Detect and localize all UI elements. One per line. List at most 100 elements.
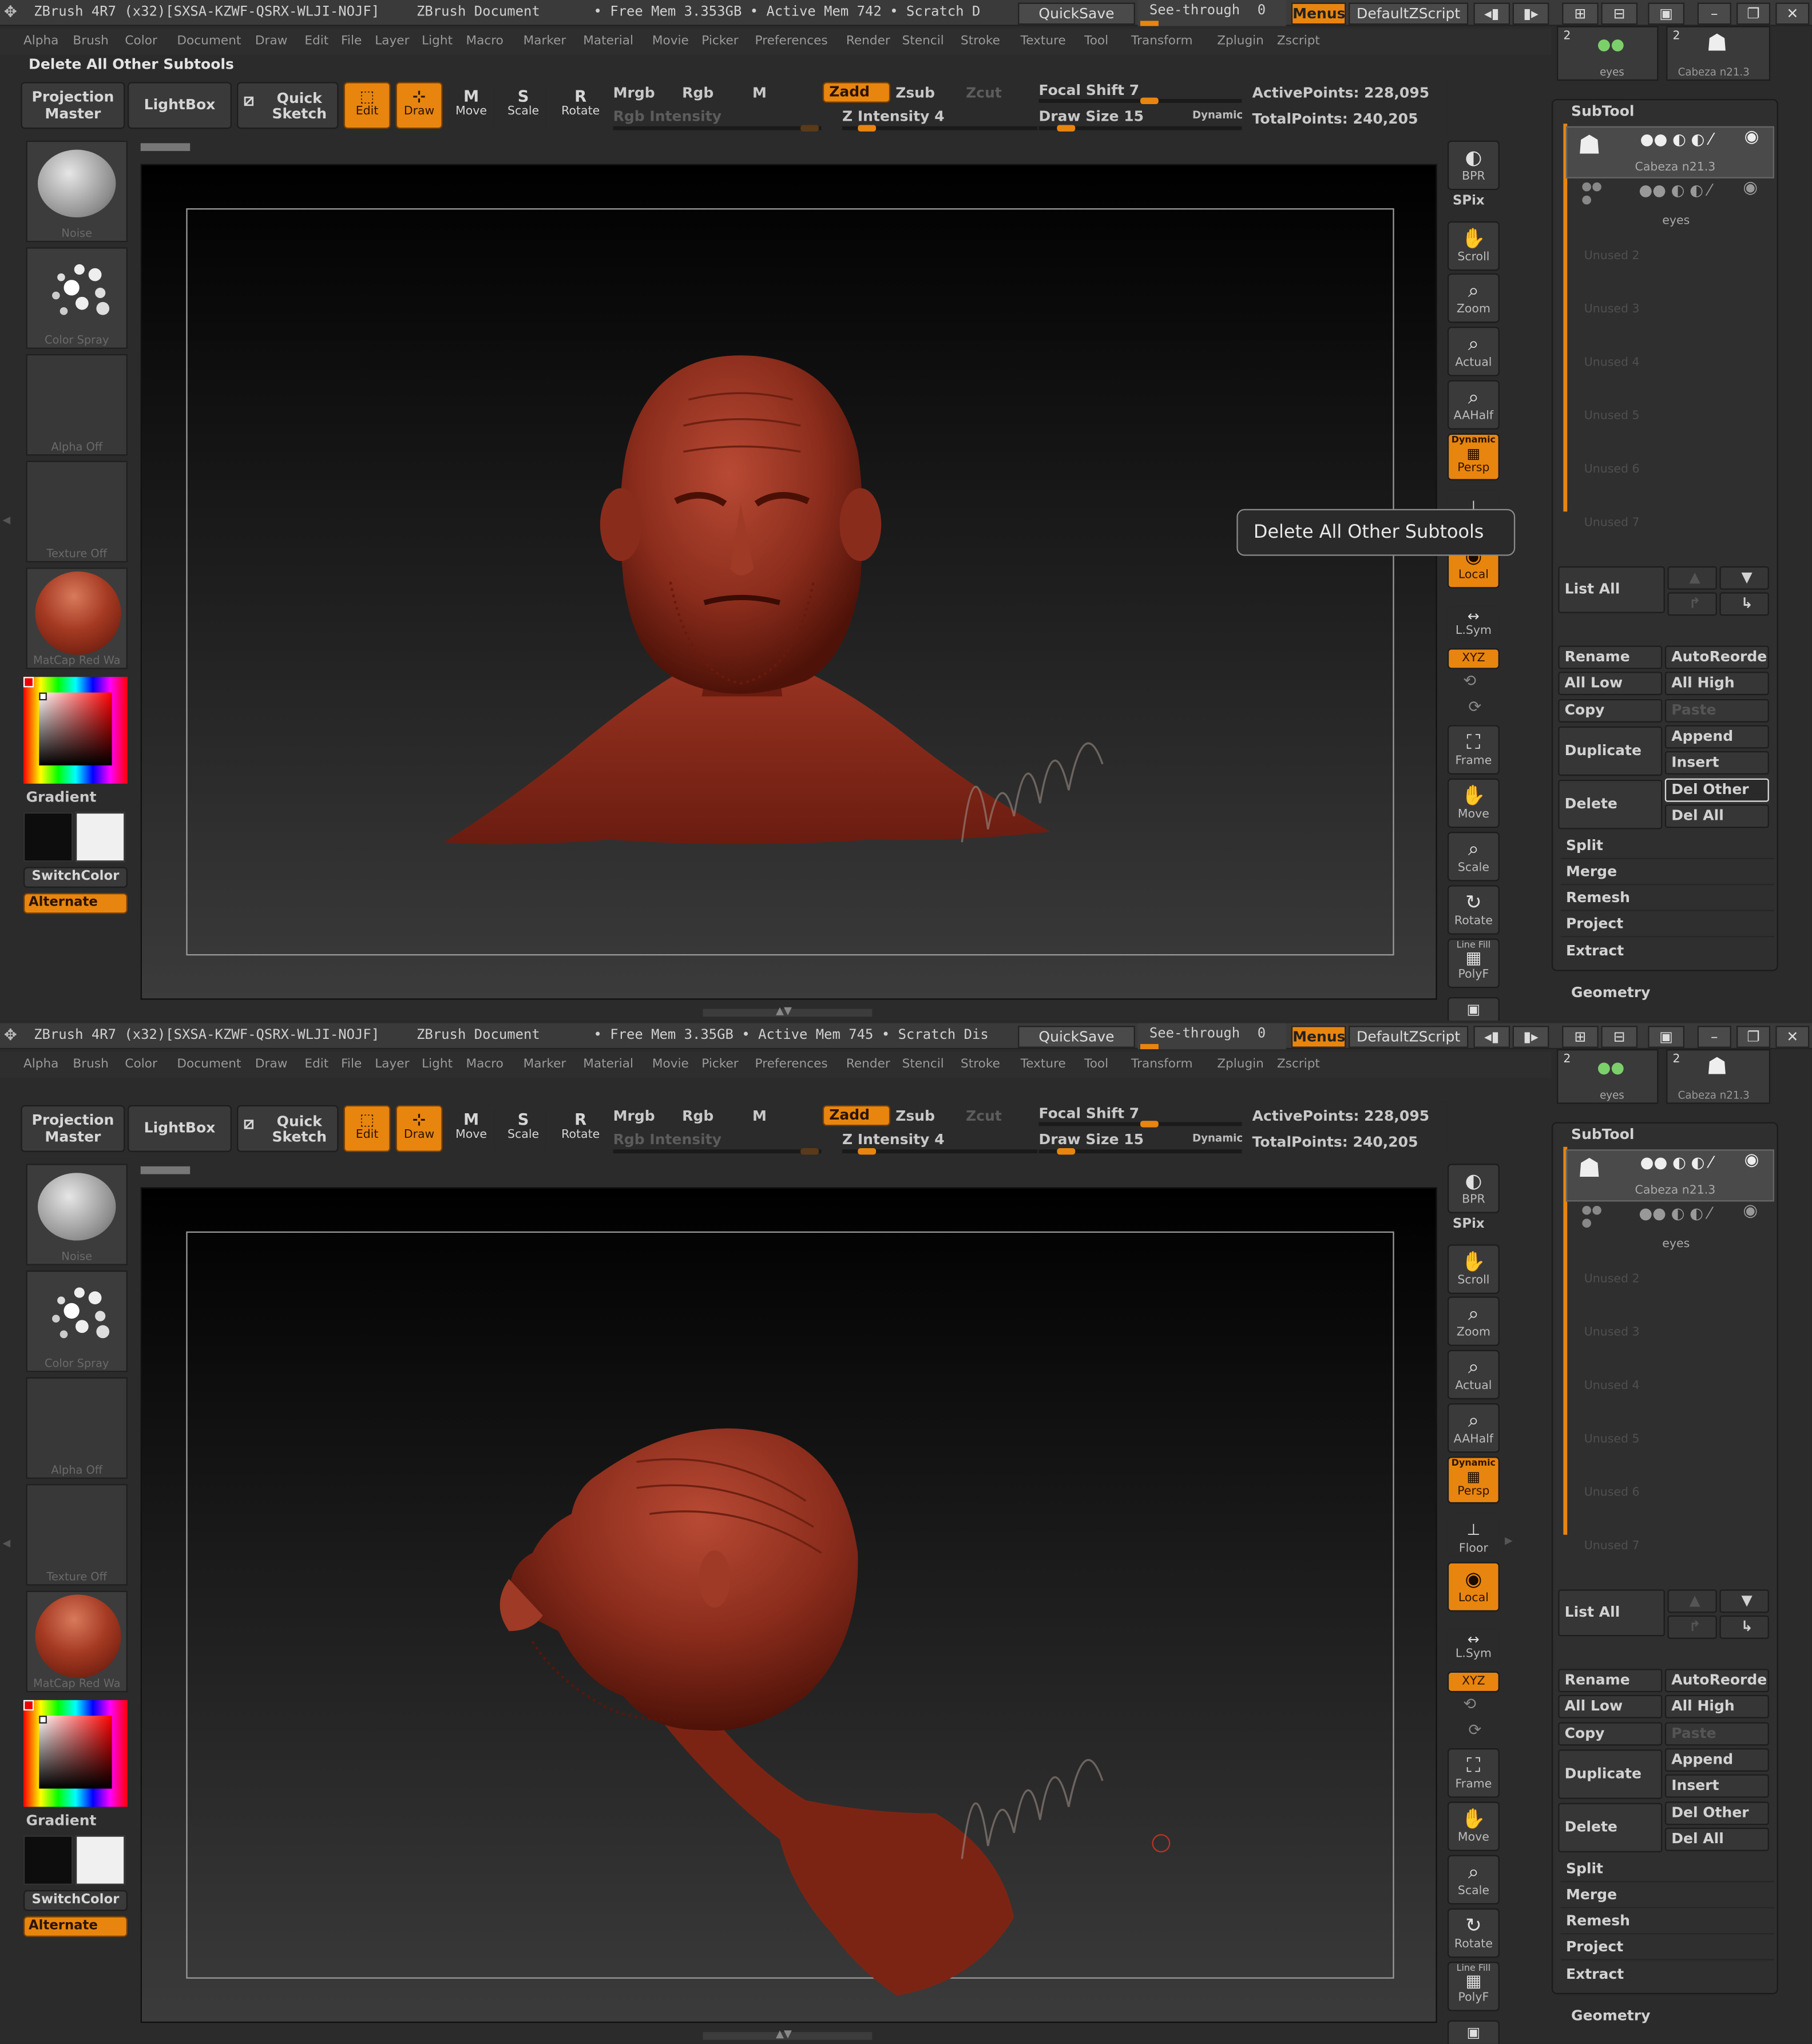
list-all-button[interactable]: List All xyxy=(1558,566,1665,613)
primary-color-swatch[interactable] xyxy=(23,1700,34,1711)
append-button[interactable]: Append xyxy=(1664,1748,1769,1772)
texture-thumbnail[interactable]: Texture Off xyxy=(26,461,128,563)
zadd-button[interactable]: Zadd xyxy=(822,1105,891,1126)
rgb-intensity-slider[interactable] xyxy=(613,125,822,132)
color-cursor[interactable] xyxy=(39,1716,47,1724)
arrow-down-icon[interactable]: ▼ xyxy=(1719,1589,1769,1613)
subtool-unused-3[interactable]: Unused 3 xyxy=(1584,1327,1640,1340)
texture-thumbnail[interactable]: Texture Off xyxy=(26,1484,128,1586)
project-button[interactable]: Project xyxy=(1560,912,1774,938)
menu-brush[interactable]: Brush xyxy=(73,34,108,48)
secondary-color-swatch[interactable] xyxy=(75,812,125,862)
rgb-button[interactable]: Rgb xyxy=(682,85,713,102)
geometry-subpalette[interactable]: Geometry xyxy=(1571,2007,1650,2025)
scroll-right-icon[interactable]: ▮▸ xyxy=(1512,1026,1549,1048)
menus-button[interactable]: Menus xyxy=(1291,1026,1346,1048)
rotate-button[interactable]: R Rotate xyxy=(554,82,607,129)
menu-material[interactable]: Material xyxy=(583,1057,633,1071)
brush-thumbnail[interactable]: Noise xyxy=(26,140,128,243)
rotate-z-icon[interactable]: ⟳ xyxy=(1468,1721,1481,1739)
all-high-button[interactable]: All High xyxy=(1664,1694,1769,1718)
dynamic-toggle[interactable]: Dynamic xyxy=(1192,109,1243,121)
rename-button[interactable]: Rename xyxy=(1558,1669,1663,1693)
menu-zscript[interactable]: Zscript xyxy=(1277,34,1320,48)
color-picker-square[interactable] xyxy=(39,1716,112,1789)
rotate-z-icon[interactable]: ⟳ xyxy=(1468,698,1481,716)
gradient-label[interactable]: Gradient xyxy=(26,1812,97,1829)
scale-view-button[interactable]: ⌕ Scale xyxy=(1447,832,1500,882)
geometry-subpalette[interactable]: Geometry xyxy=(1571,984,1650,1001)
del-other-button[interactable]: Del Other xyxy=(1664,1801,1769,1825)
move-button[interactable]: M Move xyxy=(447,1105,495,1152)
list-all-button[interactable]: List All xyxy=(1558,1589,1665,1637)
focal-shift-label[interactable]: Focal Shift 7 xyxy=(1039,82,1140,99)
rotate-y-icon[interactable]: ⟲ xyxy=(1463,672,1476,690)
remesh-button[interactable]: Remesh xyxy=(1560,1910,1774,1935)
stroke-thumbnail[interactable]: Color Spray xyxy=(26,247,128,349)
subtool-unused-5[interactable]: Unused 5 xyxy=(1584,1433,1640,1446)
visibility-dots-icon[interactable]: ●● ◐ ◐ ⁄ xyxy=(1639,1204,1711,1223)
menu-render[interactable]: Render xyxy=(846,34,890,48)
move-up-right-icon[interactable]: ↱ xyxy=(1667,1615,1717,1639)
menu-preferences[interactable]: Preferences xyxy=(755,34,828,48)
eye-icon[interactable]: ◉ xyxy=(1744,1151,1759,1170)
lightbox-button[interactable]: LightBox xyxy=(127,1105,232,1152)
menu-marker[interactable]: Marker xyxy=(524,34,566,48)
menu-movie[interactable]: Movie xyxy=(652,34,689,48)
zcut-button[interactable]: Zcut xyxy=(966,85,1002,102)
subtool-unused-4[interactable]: Unused 4 xyxy=(1584,356,1640,370)
color-picker[interactable] xyxy=(23,677,128,784)
move-up-icon[interactable]: ▲ xyxy=(1667,1589,1717,1613)
menu-color[interactable]: Color xyxy=(125,1057,157,1071)
z-intensity-slider[interactable] xyxy=(842,125,1038,132)
subtool-unused-4[interactable]: Unused 4 xyxy=(1584,1380,1640,1393)
menu-light[interactable]: Light xyxy=(422,34,453,48)
zcut-button[interactable]: Zcut xyxy=(966,1108,1002,1125)
merge-button[interactable]: Merge xyxy=(1560,1884,1774,1908)
subtool-unused-6[interactable]: Unused 6 xyxy=(1584,463,1640,477)
lock-icon[interactable]: ▣ xyxy=(1648,1026,1684,1048)
menu-layer[interactable]: Layer xyxy=(375,34,409,48)
color-picker-square[interactable] xyxy=(39,692,112,765)
lock-icon[interactable]: ▣ xyxy=(1648,2,1684,25)
bpr-button[interactable]: ◐ BPR xyxy=(1447,140,1500,190)
rotate-y-icon[interactable]: ⟲ xyxy=(1463,1695,1476,1713)
menu-edit[interactable]: Edit xyxy=(304,34,328,48)
subtool-item-cabeza[interactable]: ☗ ●● ◐ ◐ ⁄ ◉ Cabeza n21.3 xyxy=(1565,126,1774,178)
switchcolor-button[interactable]: SwitchColor xyxy=(23,867,128,888)
color-picker[interactable] xyxy=(23,1700,128,1807)
remesh-button[interactable]: Remesh xyxy=(1560,887,1774,911)
draw-button[interactable]: ⊹ Draw xyxy=(395,1105,443,1152)
scroll-left-icon[interactable]: ◂▮ xyxy=(1473,1026,1510,1048)
z-intensity-label[interactable]: Z Intensity 4 xyxy=(842,108,945,125)
copy-button[interactable]: Copy xyxy=(1558,698,1663,723)
floor-button[interactable]: ⊥ Floor xyxy=(1447,1513,1500,1557)
menu-macro[interactable]: Macro xyxy=(466,1057,503,1071)
aahalf-button[interactable]: ⌕ AAHalf xyxy=(1447,380,1500,430)
menus-button[interactable]: Menus xyxy=(1291,2,1346,25)
xyz-button[interactable]: XYZ xyxy=(1447,1671,1500,1693)
see-through-slider[interactable]: See-through 0 xyxy=(1137,0,1286,26)
edit-button[interactable]: ⬚ Edit xyxy=(343,1105,391,1152)
scroll-right-icon[interactable]: ▮▸ xyxy=(1512,2,1549,25)
eye-icon[interactable]: ◉ xyxy=(1743,178,1758,198)
menu-picker[interactable]: Picker xyxy=(701,1057,738,1071)
append-button[interactable]: Append xyxy=(1664,725,1769,749)
alpha-thumbnail[interactable]: Alpha Off xyxy=(26,354,128,456)
menu-tool[interactable]: Tool xyxy=(1084,34,1108,48)
projection-master-button[interactable]: Projection Master xyxy=(21,82,125,129)
lsym-button[interactable]: ↔ L.Sym xyxy=(1447,605,1500,642)
m-button[interactable]: M xyxy=(752,1108,767,1125)
draw-size-slider[interactable] xyxy=(1038,1148,1242,1155)
actual-button[interactable]: ⌕ Actual xyxy=(1447,1350,1500,1400)
del-all-button[interactable]: Del All xyxy=(1664,804,1769,828)
see-through-knob[interactable] xyxy=(1140,1043,1159,1050)
eyes-thumbnail[interactable]: 2 ●● eyes xyxy=(1557,26,1659,81)
draw-size-label[interactable]: Draw Size 15 xyxy=(1039,108,1144,125)
layout-icon[interactable]: ⊞ xyxy=(1562,2,1599,25)
menu-movie[interactable]: Movie xyxy=(652,1057,689,1071)
subtool-unused-2[interactable]: Unused 2 xyxy=(1584,1273,1640,1286)
scroll-button[interactable]: ✋ Scroll xyxy=(1447,1244,1500,1294)
viewport-scroll-handle[interactable] xyxy=(140,143,191,151)
rotate-view-button[interactable]: ↻ Rotate xyxy=(1447,885,1500,935)
